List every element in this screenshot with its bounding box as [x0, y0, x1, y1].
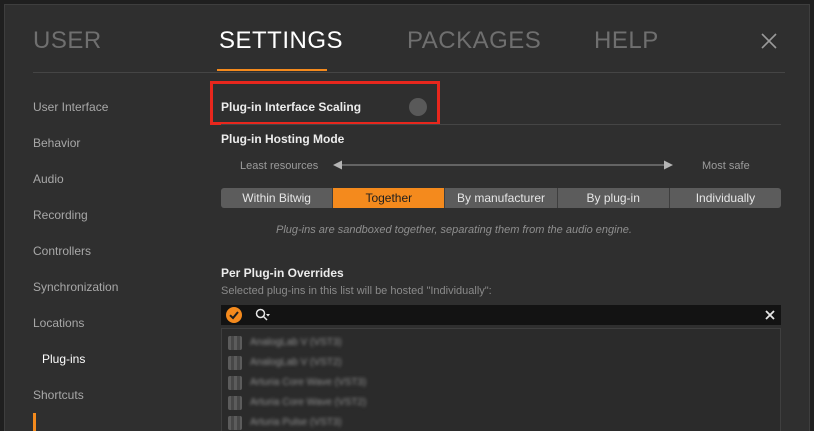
clear-icon[interactable] — [764, 308, 776, 322]
sidebar-item-audio[interactable]: Audio — [33, 172, 64, 186]
tab-help[interactable]: HELP — [594, 27, 659, 55]
check-icon[interactable] — [226, 307, 242, 323]
preferences-window: USER SETTINGS PACKAGES HELP User Interfa… — [4, 4, 810, 431]
resource-range-arrow-icon — [333, 160, 673, 170]
plugin-name: Arturia Core Wave (VST2) — [250, 397, 367, 408]
plugin-name: Arturia Core Wave (VST3) — [250, 377, 367, 388]
plugin-thumbnail — [228, 336, 242, 350]
plugin-search-bar — [221, 305, 781, 325]
sidebar-item-user-interface[interactable]: User Interface — [33, 100, 108, 114]
mode-individually[interactable]: Individually — [670, 188, 781, 208]
least-resources-label: Least resources — [240, 160, 319, 172]
hosting-mode-hint: Plug-ins are sandboxed together, separat… — [276, 224, 632, 236]
tab-settings[interactable]: SETTINGS — [219, 27, 343, 55]
mode-by-plugin[interactable]: By plug-in — [558, 188, 670, 208]
plugin-thumbnail — [228, 376, 242, 390]
list-item[interactable]: Arturia Core Wave (VST3) — [228, 375, 628, 391]
plugin-thumbnail — [228, 396, 242, 410]
mode-within-bitwig[interactable]: Within Bitwig — [221, 188, 334, 208]
settings-sidebar: User Interface Behavior Audio Recording … — [5, 73, 205, 431]
sidebar-item-controllers[interactable]: Controllers — [33, 244, 91, 258]
mode-together[interactable]: Together — [333, 188, 446, 208]
active-sidebar-marker — [33, 413, 36, 431]
tab-packages[interactable]: PACKAGES — [407, 27, 541, 55]
top-navigation: USER SETTINGS PACKAGES HELP — [5, 5, 809, 73]
plugins-settings-panel: Plug-in Interface Scaling Plug-in Hostin… — [210, 73, 791, 431]
plugin-override-list[interactable]: AnalogLab V (VST3) AnalogLab V (VST2) Ar… — [221, 328, 781, 431]
plugin-name: AnalogLab V (VST2) — [250, 357, 342, 368]
tab-user[interactable]: USER — [33, 27, 102, 55]
plugin-thumbnail — [228, 416, 242, 430]
sidebar-item-behavior[interactable]: Behavior — [33, 136, 80, 150]
interface-scaling-toggle[interactable] — [409, 98, 427, 116]
list-item[interactable]: AnalogLab V (VST2) — [228, 355, 628, 371]
most-safe-label: Most safe — [702, 160, 750, 172]
sidebar-item-recording[interactable]: Recording — [33, 208, 88, 222]
overrides-title: Per Plug-in Overrides — [221, 266, 344, 280]
list-item[interactable]: Arturia Core Wave (VST2) — [228, 395, 628, 411]
list-item[interactable]: AnalogLab V (VST3) — [228, 335, 628, 351]
close-icon[interactable] — [759, 31, 779, 51]
active-tab-indicator — [217, 69, 327, 71]
plugin-name: Arturia Pulse (VST3) — [250, 417, 342, 428]
mode-by-manufacturer[interactable]: By manufacturer — [445, 188, 558, 208]
hosting-mode-selector: Within Bitwig Together By manufacturer B… — [221, 188, 781, 208]
sidebar-item-synchronization[interactable]: Synchronization — [33, 280, 118, 294]
sidebar-item-shortcuts[interactable]: Shortcuts — [33, 388, 84, 402]
plugin-name: AnalogLab V (VST3) — [250, 337, 342, 348]
list-item[interactable]: Arturia Pulse (VST3) — [228, 415, 628, 431]
hosting-mode-label: Plug-in Hosting Mode — [221, 132, 345, 146]
search-icon[interactable] — [255, 308, 271, 322]
sidebar-item-plug-ins[interactable]: Plug-ins — [42, 352, 85, 366]
section-divider — [221, 124, 781, 125]
overrides-subtitle: Selected plug-ins in this list will be h… — [221, 285, 492, 297]
interface-scaling-label: Plug-in Interface Scaling — [221, 100, 362, 114]
sidebar-item-locations[interactable]: Locations — [33, 316, 84, 330]
plugin-thumbnail — [228, 356, 242, 370]
